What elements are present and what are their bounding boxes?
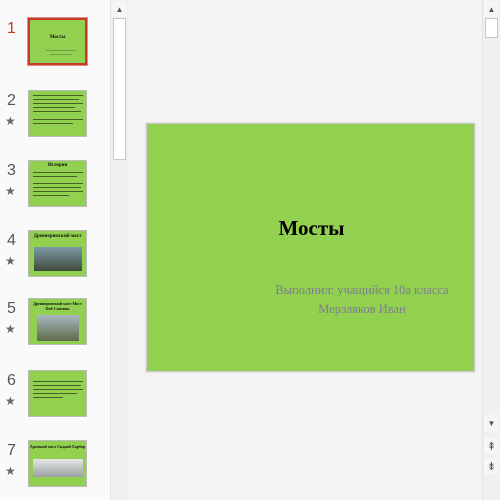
slide-number: 2 (7, 92, 16, 109)
thumbnail-title: Древнеримский мост (33, 234, 82, 239)
thumbnail-title: Арочный мост Сидней Харбор (29, 444, 86, 449)
star-icon: ★ (5, 114, 16, 128)
slide-thumbnail-pane: 1 Мосты 2 ★ 3 ★ История 4 ★ Древнеримски… (0, 0, 110, 500)
slide-number: 1 (7, 20, 16, 37)
scrollbar-thumb[interactable] (485, 18, 498, 38)
scrollbar-thumb[interactable] (113, 18, 126, 160)
bridge-photo (37, 315, 79, 341)
current-slide[interactable]: Мосты Выполнил: учащийся 10а класса Мерз… (146, 123, 475, 372)
slide-thumbnail[interactable]: Древнеримский мост Мост Фаб Сантвик (28, 298, 87, 345)
thumbnail-title: История (47, 163, 68, 168)
thumbnail-row-3[interactable]: 3 ★ История (0, 160, 110, 220)
star-icon: ★ (5, 394, 16, 408)
thumbnail-title: Древнеримский мост Мост Фаб Сантвик (33, 301, 82, 311)
slide-thumbnail[interactable]: История (28, 160, 87, 207)
scroll-up-icon[interactable]: ▲ (484, 1, 499, 17)
slide-number: 4 (7, 232, 16, 249)
scroll-up-icon[interactable]: ▲ (112, 1, 127, 17)
thumbnail-row-1[interactable]: 1 Мосты (0, 17, 110, 78)
thumbnail-row-4[interactable]: 4 ★ Древнеримский мост (0, 230, 110, 290)
slide-number: 7 (7, 442, 16, 459)
bridge-photo (33, 459, 83, 477)
thumbnail-row-2[interactable]: 2 ★ (0, 90, 110, 150)
thumbnail-row-6[interactable]: 6 ★ (0, 370, 110, 430)
thumbnail-row-5[interactable]: 5 ★ Древнеримский мост Мост Фаб Сантвик (0, 298, 110, 358)
slide-thumbnail[interactable]: Мосты (27, 17, 88, 66)
slide-thumbnail[interactable]: Древнеримский мост (28, 230, 87, 277)
slide-subtitle[interactable]: Выполнил: учащийся 10а класса Мерзляков … (247, 281, 477, 319)
slide-title[interactable]: Мосты (147, 216, 476, 241)
thumbnail-scrollbar[interactable]: ▲ (110, 0, 128, 500)
star-icon: ★ (5, 322, 16, 336)
slide-number: 6 (7, 372, 16, 389)
slide-number: 3 (7, 162, 16, 179)
subtitle-line-2: Мерзляков Иван (318, 302, 406, 316)
slide-thumbnail[interactable] (28, 90, 87, 137)
slide-thumbnail[interactable]: Арочный мост Сидней Харбор (28, 440, 87, 487)
thumbnail-title: Мосты (49, 35, 66, 40)
star-icon: ★ (5, 254, 16, 268)
slide-thumbnail[interactable] (28, 370, 87, 417)
previous-slide-icon[interactable]: ⇞ (484, 438, 499, 454)
star-icon: ★ (5, 464, 16, 478)
thumbnail-row-7[interactable]: 7 ★ Арочный мост Сидней Харбор (0, 440, 110, 500)
bridge-photo (34, 247, 82, 271)
slide-number: 5 (7, 300, 16, 317)
next-slide-icon[interactable]: ⇟ (484, 458, 499, 474)
subtitle-line-1: Выполнил: учащийся 10а класса (275, 283, 449, 297)
editor-scrollbar[interactable]: ▲ ▼ ⇞ ⇟ (482, 0, 500, 500)
star-icon: ★ (5, 184, 16, 198)
scroll-down-icon[interactable]: ▼ (484, 415, 499, 431)
